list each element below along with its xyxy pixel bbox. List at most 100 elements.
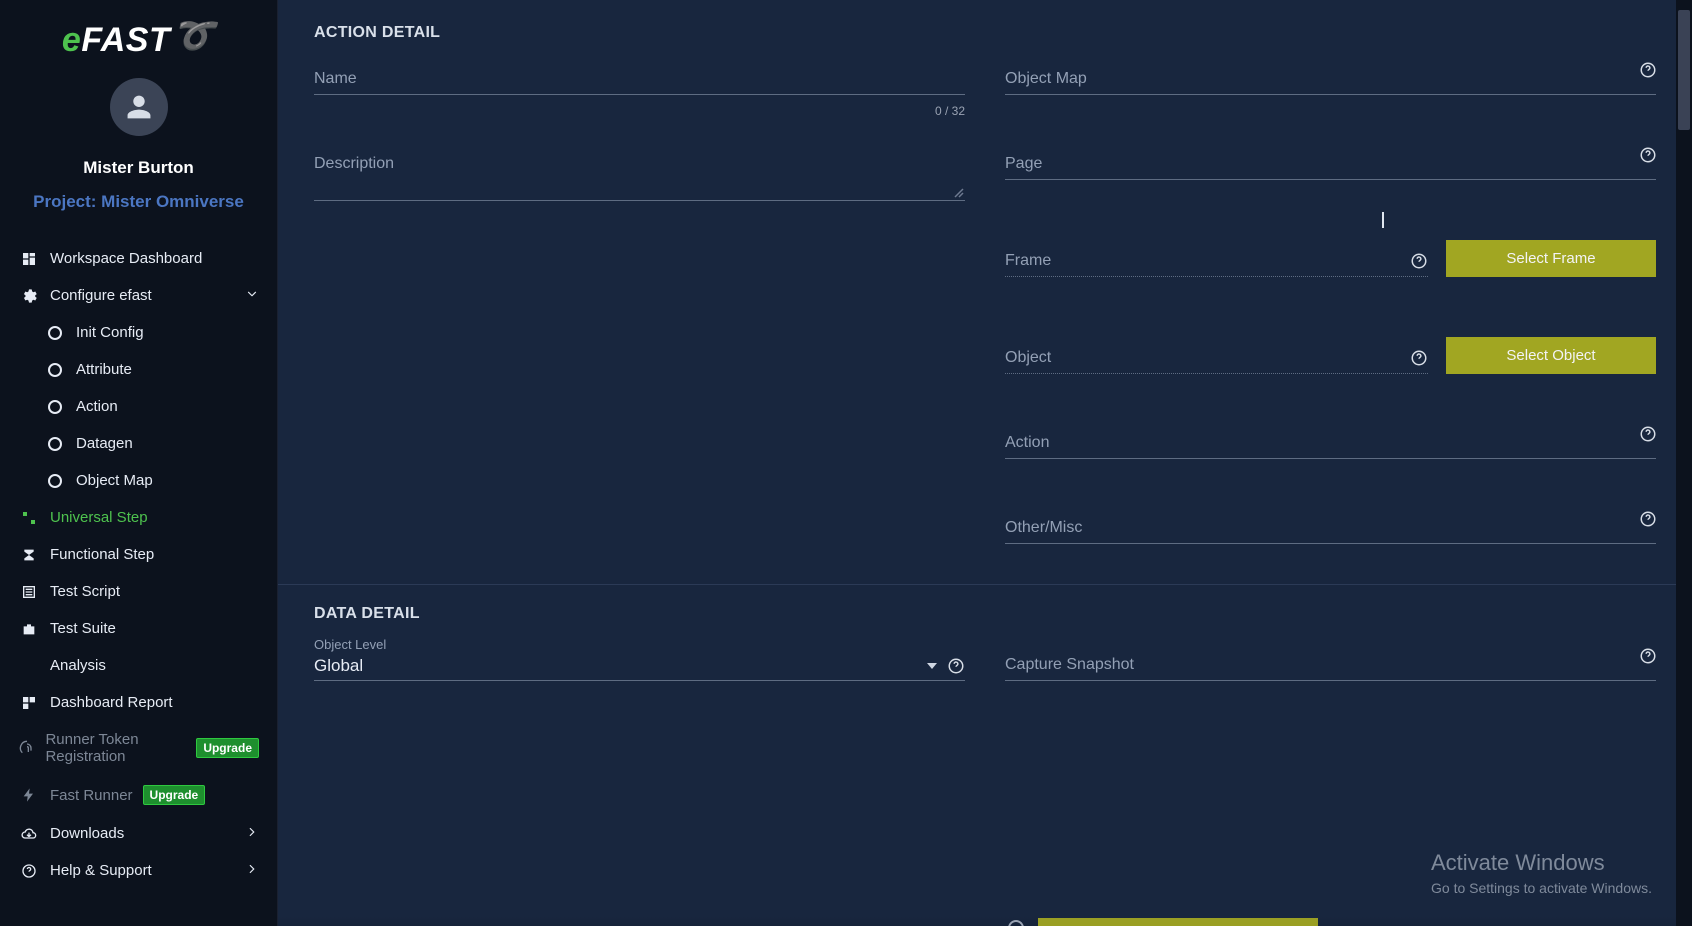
sidebar-item-action[interactable]: Action <box>0 388 277 425</box>
name-label: Name <box>314 70 965 94</box>
section-title-data-detail: DATA DETAIL <box>314 605 1656 623</box>
sidebar-nav: Workspace Dashboard Configure efast Init… <box>0 240 277 889</box>
capture-snapshot-label: Capture Snapshot <box>1005 656 1656 680</box>
radio-icon <box>44 326 66 340</box>
select-frame-button[interactable]: Select Frame <box>1446 240 1656 277</box>
frame-field[interactable]: Frame <box>1005 252 1428 277</box>
help-icon[interactable] <box>1410 349 1428 367</box>
help-icon[interactable] <box>1638 60 1658 80</box>
sigma-icon <box>18 547 40 563</box>
sidebar-label-testsuite: Test Suite <box>50 620 116 637</box>
sidebar-label-dashboardreport: Dashboard Report <box>50 694 173 711</box>
sidebar-label-init: Init Config <box>76 324 144 341</box>
cloud-download-icon <box>18 826 40 842</box>
help-circle-icon <box>18 863 40 879</box>
user-name: Mister Burton <box>83 158 194 178</box>
sidebar-label-fastrunner: Fast Runner <box>50 787 133 804</box>
objectmap-label: Object Map <box>1005 70 1656 94</box>
sidebar-label-configure: Configure efast <box>50 287 152 304</box>
avatar[interactable] <box>110 78 168 136</box>
description-textarea[interactable]: Description <box>314 155 965 201</box>
description-label: Description <box>314 155 965 179</box>
project-label: Project: Mister Omniverse <box>33 192 244 212</box>
othermisc-field[interactable]: Other/Misc <box>1005 519 1656 544</box>
user-block: Mister Burton Project: Mister Omniverse <box>0 78 277 212</box>
help-icon[interactable] <box>1638 424 1658 444</box>
scrollbar-thumb[interactable] <box>1678 10 1690 130</box>
gear-icon <box>18 288 40 304</box>
sidebar-item-universal-step[interactable]: Universal Step <box>0 499 277 536</box>
sidebar-label-functional: Functional Step <box>50 546 154 563</box>
sidebar-label-action: Action <box>76 398 118 415</box>
resize-handle-icon[interactable] <box>953 186 965 198</box>
frame-row: Frame Select Frame <box>1005 240 1656 277</box>
sidebar-item-functional-step[interactable]: Functional Step <box>0 536 277 573</box>
sidebar-label-attribute: Attribute <box>76 361 132 378</box>
sidebar-label-datagen: Datagen <box>76 435 133 452</box>
object-field[interactable]: Object <box>1005 349 1428 374</box>
capture-snapshot-field[interactable]: Capture Snapshot <box>1005 656 1656 681</box>
help-icon[interactable] <box>1638 646 1658 666</box>
sidebar-label-analysis: Analysis <box>50 657 106 674</box>
object-level-mini-label: Object Level <box>314 637 965 652</box>
dropdown-caret-icon <box>927 663 937 669</box>
name-field[interactable]: Name 0 / 32 <box>314 70 965 95</box>
help-icon[interactable] <box>947 657 965 675</box>
fingerprint-icon <box>18 740 35 756</box>
help-icon[interactable] <box>1638 145 1658 165</box>
object-level-select[interactable]: Object Level Global <box>314 637 965 681</box>
sidebar-label-workspace: Workspace Dashboard <box>50 250 202 267</box>
brand-rest: FAST <box>81 21 170 60</box>
data-detail-row: Object Level Global Capture Snapshot <box>314 637 1656 681</box>
sidebar-item-workspace-dashboard[interactable]: Workspace Dashboard <box>0 240 277 277</box>
bottom-edge <box>278 916 1680 926</box>
sidebar-item-attribute[interactable]: Attribute <box>0 351 277 388</box>
step-icon <box>18 510 40 526</box>
action-detail-grid: Name 0 / 32 Description Object Map <box>314 70 1656 584</box>
logo-area: eFAST➰ <box>0 0 277 68</box>
action-label: Action <box>1005 434 1656 458</box>
list-icon <box>18 584 40 600</box>
page-label: Page <box>1005 155 1656 179</box>
sidebar-item-datagen[interactable]: Datagen <box>0 425 277 462</box>
select-object-button[interactable]: Select Object <box>1446 337 1656 374</box>
sidebar-label-help: Help & Support <box>50 862 152 879</box>
description-field-wrap: Description <box>314 155 965 201</box>
objectmap-field[interactable]: Object Map <box>1005 70 1656 95</box>
sidebar-item-test-suite[interactable]: Test Suite <box>0 610 277 647</box>
sidebar-item-configure-efast[interactable]: Configure efast <box>0 277 277 314</box>
help-icon[interactable] <box>1410 252 1428 270</box>
sidebar-item-runner-token[interactable]: Runner Token Registration Upgrade <box>0 721 277 775</box>
othermisc-label: Other/Misc <box>1005 519 1656 543</box>
action-field[interactable]: Action <box>1005 434 1656 459</box>
upgrade-badge[interactable]: Upgrade <box>196 738 259 758</box>
sidebar-label-runnertoken: Runner Token Registration <box>45 731 186 765</box>
sidebar-item-fast-runner[interactable]: Fast Runner Upgrade <box>0 775 277 815</box>
sidebar-item-test-script[interactable]: Test Script <box>0 573 277 610</box>
help-icon[interactable] <box>1638 509 1658 529</box>
content: ACTION DETAIL Name 0 / 32 Description <box>278 0 1692 926</box>
sidebar-item-help-support[interactable]: Help & Support <box>0 852 277 889</box>
sidebar-item-object-map[interactable]: Object Map <box>0 462 277 499</box>
sidebar-label-universal: Universal Step <box>50 509 148 526</box>
sidebar-item-analysis[interactable]: Analysis <box>0 647 277 684</box>
sidebar-item-init-config[interactable]: Init Config <box>0 314 277 351</box>
sidebar-label-objectmap: Object Map <box>76 472 153 489</box>
sidebar-item-dashboard-report[interactable]: Dashboard Report <box>0 684 277 721</box>
sidebar-label-downloads: Downloads <box>50 825 124 842</box>
object-label: Object <box>1005 349 1428 373</box>
chevron-right-icon <box>245 862 259 880</box>
page-field[interactable]: Page <box>1005 155 1656 180</box>
section-divider <box>278 584 1692 585</box>
chevron-right-icon <box>245 825 259 843</box>
main-panel: ACTION DETAIL Name 0 / 32 Description <box>278 0 1692 926</box>
dashboard-add-icon <box>18 695 40 711</box>
user-icon <box>125 93 153 121</box>
sidebar: eFAST➰ Mister Burton Project: Mister Omn… <box>0 0 278 926</box>
radio-icon <box>44 363 66 377</box>
sidebar-item-downloads[interactable]: Downloads <box>0 815 277 852</box>
radio-icon <box>44 474 66 488</box>
upgrade-badge-2[interactable]: Upgrade <box>143 785 206 805</box>
radio-icon <box>44 400 66 414</box>
vertical-scrollbar[interactable] <box>1676 0 1692 926</box>
